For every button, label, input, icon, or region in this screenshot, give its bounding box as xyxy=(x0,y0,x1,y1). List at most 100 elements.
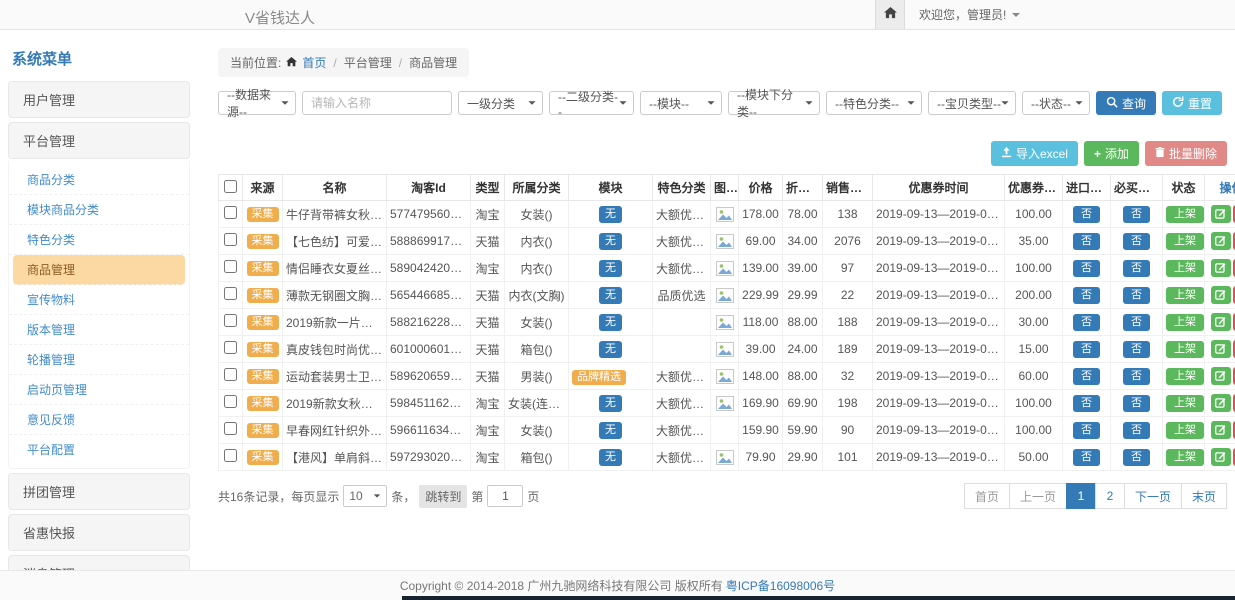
import-excel-button[interactable]: 导入excel xyxy=(991,141,1078,166)
row-checkbox[interactable] xyxy=(224,422,237,435)
import-choice-toggle[interactable]: 否 xyxy=(1073,314,1100,331)
row-checkbox[interactable] xyxy=(224,233,237,246)
status-toggle[interactable]: 上架 xyxy=(1166,233,1204,250)
edit-button[interactable] xyxy=(1211,232,1231,250)
row-checkbox[interactable] xyxy=(224,449,237,462)
sidebar-group-2[interactable]: 拼团管理 xyxy=(8,473,190,510)
breadcrumb-home-link[interactable]: 首页 xyxy=(302,54,326,71)
jump-button[interactable]: 跳转到 xyxy=(419,485,467,508)
import-choice-toggle[interactable]: 否 xyxy=(1073,206,1100,223)
edit-button[interactable] xyxy=(1211,367,1231,385)
sidebar-item[interactable]: 意见反馈 xyxy=(9,405,189,435)
user-menu[interactable]: 欢迎您，管理员! xyxy=(905,0,1235,29)
sidebar-group-1[interactable]: 平台管理 xyxy=(8,122,190,159)
status-toggle[interactable]: 上架 xyxy=(1166,260,1204,277)
home-button[interactable] xyxy=(875,0,905,29)
sidebar-sub-list: 商品分类模块商品分类特色分类商品管理宣传物料版本管理轮播管理启动页管理意见反馈平… xyxy=(8,161,190,469)
edit-button[interactable] xyxy=(1211,421,1231,439)
edit-button[interactable] xyxy=(1211,286,1231,304)
edit-button[interactable] xyxy=(1211,394,1231,412)
icp-link[interactable]: 粤ICP备16098006号 xyxy=(726,577,835,594)
row-checkbox[interactable] xyxy=(224,260,237,273)
breadcrumb-prefix: 当前位置: xyxy=(230,54,281,71)
edit-button[interactable] xyxy=(1211,313,1231,331)
filter-select-7[interactable]: --宝贝类型-- xyxy=(928,91,1016,115)
sidebar-item[interactable]: 平台配置 xyxy=(9,435,189,464)
filter-select-3[interactable]: --二级分类-- xyxy=(549,91,634,115)
sidebar-item[interactable]: 轮播管理 xyxy=(9,345,189,375)
must-buy-toggle[interactable]: 否 xyxy=(1123,368,1150,385)
import-choice-toggle[interactable]: 否 xyxy=(1073,341,1100,358)
import-choice-toggle[interactable]: 否 xyxy=(1073,422,1100,439)
filter-select-5[interactable]: --模块下分类-- xyxy=(728,91,820,115)
must-buy-toggle[interactable]: 否 xyxy=(1123,287,1150,304)
status-toggle[interactable]: 上架 xyxy=(1166,341,1204,358)
import-choice-toggle[interactable]: 否 xyxy=(1073,287,1100,304)
import-choice-toggle[interactable]: 否 xyxy=(1073,368,1100,385)
sidebar-item[interactable]: 启动页管理 xyxy=(9,375,189,405)
name-search-input[interactable] xyxy=(302,91,452,115)
filter-select-0[interactable]: --数据来源-- xyxy=(218,91,296,115)
per-page-select[interactable]: 10 xyxy=(343,485,387,507)
import-choice-toggle[interactable]: 否 xyxy=(1073,449,1100,466)
sidebar-item[interactable]: 特色分类 xyxy=(9,225,189,255)
page-button[interactable]: 首页 xyxy=(964,483,1010,509)
row-checkbox[interactable] xyxy=(224,314,237,327)
column-header: 图标 xyxy=(711,175,739,201)
cell-coupon-amount: 35.00 xyxy=(1005,228,1063,255)
cell-icon xyxy=(711,444,739,471)
page-button[interactable]: 2 xyxy=(1095,483,1125,509)
row-checkbox[interactable] xyxy=(224,395,237,408)
import-choice-toggle[interactable]: 否 xyxy=(1073,395,1100,412)
page-button[interactable]: 1 xyxy=(1066,483,1096,509)
select-all-checkbox[interactable] xyxy=(224,180,237,193)
edit-button[interactable] xyxy=(1211,340,1231,358)
sidebar-item[interactable]: 宣传物料 xyxy=(9,285,189,315)
import-choice-toggle[interactable]: 否 xyxy=(1073,233,1100,250)
query-button[interactable]: 查询 xyxy=(1096,91,1156,115)
must-buy-toggle[interactable]: 否 xyxy=(1123,260,1150,277)
must-buy-toggle[interactable]: 否 xyxy=(1123,449,1150,466)
page-button[interactable]: 下一页 xyxy=(1124,483,1182,509)
status-toggle[interactable]: 上架 xyxy=(1166,368,1204,385)
column-header: 必买清单 xyxy=(1111,175,1163,201)
sidebar-item[interactable]: 版本管理 xyxy=(9,315,189,345)
must-buy-toggle[interactable]: 否 xyxy=(1123,314,1150,331)
status-toggle[interactable]: 上架 xyxy=(1166,395,1204,412)
status-toggle[interactable]: 上架 xyxy=(1166,287,1204,304)
edit-button[interactable] xyxy=(1211,259,1231,277)
filter-select-8[interactable]: --状态-- xyxy=(1022,91,1090,115)
edit-button[interactable] xyxy=(1211,205,1231,223)
status-toggle[interactable]: 上架 xyxy=(1166,314,1204,331)
status-toggle[interactable]: 上架 xyxy=(1166,449,1204,466)
must-buy-toggle[interactable]: 否 xyxy=(1123,233,1150,250)
must-buy-toggle[interactable]: 否 xyxy=(1123,341,1150,358)
reset-button[interactable]: 重置 xyxy=(1162,91,1222,115)
sidebar-group-0[interactable]: 用户管理 xyxy=(8,81,190,118)
sidebar-item[interactable]: 模块商品分类 xyxy=(9,195,189,225)
add-button[interactable]: + 添加 xyxy=(1084,141,1139,166)
page-number-input[interactable] xyxy=(487,485,523,507)
sidebar-group-3[interactable]: 省惠快报 xyxy=(8,514,190,551)
row-checkbox[interactable] xyxy=(224,287,237,300)
filter-select-4[interactable]: --模块-- xyxy=(640,91,722,115)
filter-select-2[interactable]: 一级分类 xyxy=(458,91,543,115)
sidebar-item[interactable]: 商品分类 xyxy=(9,165,189,195)
bulk-delete-button[interactable]: 批量删除 xyxy=(1145,141,1227,166)
must-buy-toggle[interactable]: 否 xyxy=(1123,395,1150,412)
status-toggle[interactable]: 上架 xyxy=(1166,206,1204,223)
row-checkbox[interactable] xyxy=(224,368,237,381)
must-buy-toggle[interactable]: 否 xyxy=(1123,206,1150,223)
page-button[interactable]: 末页 xyxy=(1181,483,1227,509)
edit-button[interactable] xyxy=(1211,448,1231,466)
page-button[interactable]: 上一页 xyxy=(1009,483,1067,509)
row-checkbox[interactable] xyxy=(224,341,237,354)
cell-name: 情侣睡衣女夏丝绸男士... xyxy=(283,255,387,282)
row-checkbox[interactable] xyxy=(224,206,237,219)
sidebar-item[interactable]: 商品管理 xyxy=(13,255,185,285)
must-buy-toggle[interactable]: 否 xyxy=(1123,422,1150,439)
sidebar-group-4[interactable]: 消息管理 xyxy=(8,555,190,570)
import-choice-toggle[interactable]: 否 xyxy=(1073,260,1100,277)
status-toggle[interactable]: 上架 xyxy=(1166,422,1204,439)
filter-select-6[interactable]: --特色分类-- xyxy=(826,91,922,115)
